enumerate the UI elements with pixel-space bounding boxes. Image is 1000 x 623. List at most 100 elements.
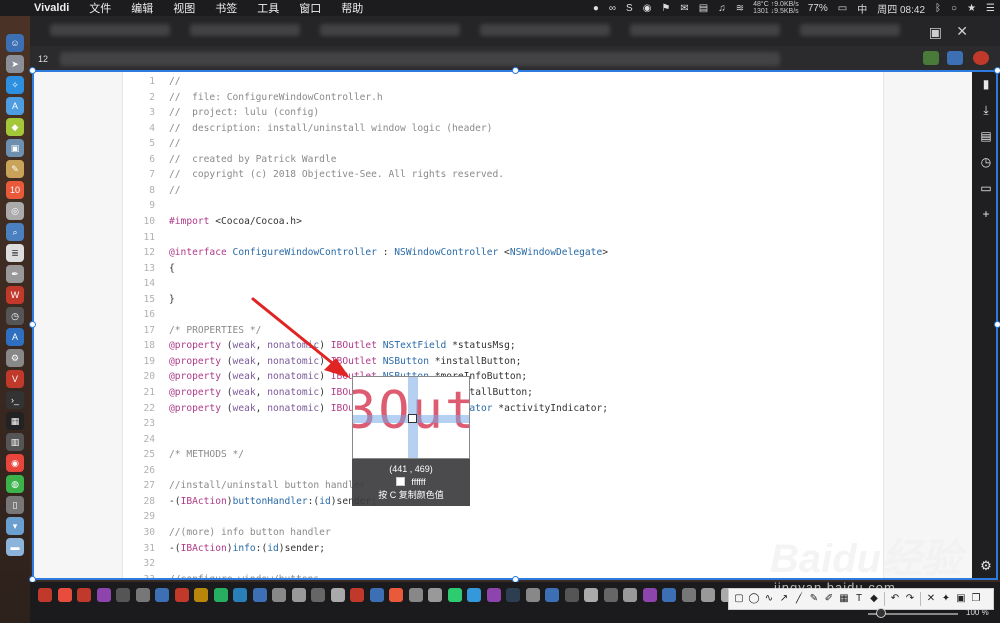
window-panel-icon[interactable]: ▭ <box>978 180 994 196</box>
taskbar-app-icon[interactable] <box>155 588 169 602</box>
wifi-icon[interactable]: ≋ <box>731 3 749 14</box>
taskbar-app-icon[interactable] <box>467 588 481 602</box>
battery-icon[interactable]: ▭ <box>833 3 852 14</box>
add-panel-icon[interactable]: + <box>978 206 994 222</box>
menu-view[interactable]: 视图 <box>163 0 205 16</box>
taskbar-app-icon[interactable] <box>701 588 715 602</box>
wps-icon[interactable]: W <box>6 286 24 304</box>
app-store-icon[interactable]: A <box>6 97 24 115</box>
redo-icon[interactable]: ↷ <box>903 592 917 606</box>
copy-icon[interactable]: ❐ <box>969 592 983 606</box>
taskbar-app-icon[interactable] <box>57 588 72 602</box>
extension-translate-icon[interactable] <box>947 51 963 65</box>
taskbar-app-icon[interactable] <box>623 588 637 602</box>
extension-red-icon[interactable] <box>973 51 989 65</box>
download-icon[interactable]: ⤓ <box>978 102 994 118</box>
xcode-icon[interactable]: A <box>6 328 24 346</box>
taskbar-app-icon[interactable] <box>291 588 306 602</box>
taskbar-app-icon[interactable] <box>77 588 91 602</box>
cancel-icon[interactable]: ✕ <box>924 592 938 606</box>
taskbar-app-icon[interactable] <box>506 588 520 602</box>
taskbar-app-icon[interactable] <box>174 588 189 602</box>
user-badge-icon[interactable]: ◉ <box>638 3 657 14</box>
tab-blurred[interactable] <box>630 24 780 36</box>
bell-icon[interactable]: ♫ <box>713 3 731 14</box>
menu-help[interactable]: 帮助 <box>331 0 373 16</box>
tab-blurred[interactable] <box>800 24 900 36</box>
battery-readout[interactable]: 77% <box>803 3 833 14</box>
wechat-dock-icon[interactable]: ◍ <box>6 475 24 493</box>
phone-icon[interactable]: ▯ <box>6 496 24 514</box>
bluetooth-icon[interactable]: ᛒ <box>930 3 946 14</box>
taskbar-app-icon[interactable] <box>252 588 267 602</box>
taskbar-app-icon[interactable] <box>311 588 325 602</box>
close-window-icon[interactable]: ✕ <box>956 23 968 40</box>
menu-file[interactable]: 文件 <box>79 0 121 16</box>
selection-handle[interactable] <box>29 321 36 328</box>
tab-blurred[interactable] <box>190 24 300 36</box>
notes-icon[interactable]: ✎ <box>6 160 24 178</box>
taskbar-app-icon[interactable] <box>350 588 364 602</box>
menu-edit[interactable]: 编辑 <box>121 0 163 16</box>
console-icon[interactable]: ▦ <box>6 412 24 430</box>
taskbar-app-icon[interactable] <box>135 588 150 602</box>
rectangle-tool-icon[interactable]: ▢ <box>732 592 746 606</box>
taskbar-app-icon[interactable] <box>603 588 618 602</box>
safari-icon[interactable]: ✧ <box>6 76 24 94</box>
downloads-icon[interactable]: ▾ <box>6 517 24 535</box>
taskbar-app-icon[interactable] <box>38 588 52 602</box>
pen-tool-icon[interactable]: ✎ <box>807 592 821 606</box>
taskbar-app-icon[interactable] <box>681 588 696 602</box>
contacts-icon[interactable]: ◎ <box>6 202 24 220</box>
dashboard-icon[interactable]: ◷ <box>6 307 24 325</box>
history-icon[interactable]: ◷ <box>978 154 994 170</box>
taskbar-app-icon[interactable] <box>272 588 286 602</box>
freehand-tool-icon[interactable]: ∿ <box>762 592 776 606</box>
ellipse-tool-icon[interactable]: ◯ <box>747 592 761 606</box>
vivaldi-icon[interactable]: V <box>6 370 24 388</box>
launchpad-icon[interactable]: ➤ <box>6 55 24 73</box>
menu-window[interactable]: 窗口 <box>289 0 331 16</box>
clock[interactable]: 周四 08:42 <box>872 1 930 16</box>
notes-panel-icon[interactable]: ▤ <box>978 128 994 144</box>
taskbar-app-icon[interactable] <box>486 588 501 602</box>
wechat-icon[interactable]: ✉ <box>675 3 693 14</box>
taskbar-app-icon[interactable] <box>564 588 579 602</box>
star-icon[interactable]: ★ <box>962 3 981 14</box>
textedit-icon[interactable]: ≣ <box>6 244 24 262</box>
arrow-tool-icon[interactable]: ↗ <box>777 592 791 606</box>
eraser-tool-icon[interactable]: ◆ <box>867 592 881 606</box>
taskbar-app-icon[interactable] <box>447 588 462 602</box>
s-app-icon[interactable]: S <box>621 3 638 14</box>
clipboard-icon[interactable]: ▤ <box>694 3 713 14</box>
new-tab-icon[interactable]: ▣ <box>929 24 942 41</box>
pin-icon[interactable]: ✦ <box>939 592 953 606</box>
spotlight-icon[interactable]: ○ <box>946 3 962 14</box>
selection-handle[interactable] <box>512 67 519 74</box>
selection-handle[interactable] <box>29 67 36 74</box>
tab-blurred[interactable] <box>50 24 170 36</box>
glasses-icon[interactable]: ∞ <box>604 3 621 14</box>
taskbar-app-icon[interactable] <box>525 588 540 602</box>
selection-handle[interactable] <box>994 67 1000 74</box>
netease-music-icon[interactable]: ◉ <box>6 454 24 472</box>
preview-icon[interactable]: ▣ <box>6 139 24 157</box>
tab-blurred[interactable] <box>480 24 610 36</box>
terminal-icon[interactable]: ›_ <box>6 391 24 409</box>
finder-icon[interactable]: ☺ <box>6 34 24 52</box>
android-icon[interactable]: ◆ <box>6 118 24 136</box>
taskbar-app-icon[interactable] <box>369 588 384 602</box>
marker-tool-icon[interactable]: ✐ <box>822 592 836 606</box>
taskbar-app-icon[interactable] <box>116 588 130 602</box>
taskbar-app-icon[interactable] <box>213 588 228 602</box>
record-icon[interactable]: ● <box>588 3 604 14</box>
taskbar-app-icon[interactable] <box>330 588 345 602</box>
mosaic-tool-icon[interactable]: ▦ <box>837 592 851 606</box>
taskbar-app-icon[interactable] <box>408 588 423 602</box>
folder-icon[interactable]: ▬ <box>6 538 24 556</box>
search-app-icon[interactable]: ⌕ <box>6 223 24 241</box>
taskbar-app-icon[interactable] <box>642 588 657 602</box>
flag-icon[interactable]: ⚑ <box>656 3 675 14</box>
code-viewer[interactable]: 1 // 2 // file: ConfigureWindowController.h… <box>122 70 884 580</box>
taskbar-app-icon[interactable] <box>194 588 208 602</box>
